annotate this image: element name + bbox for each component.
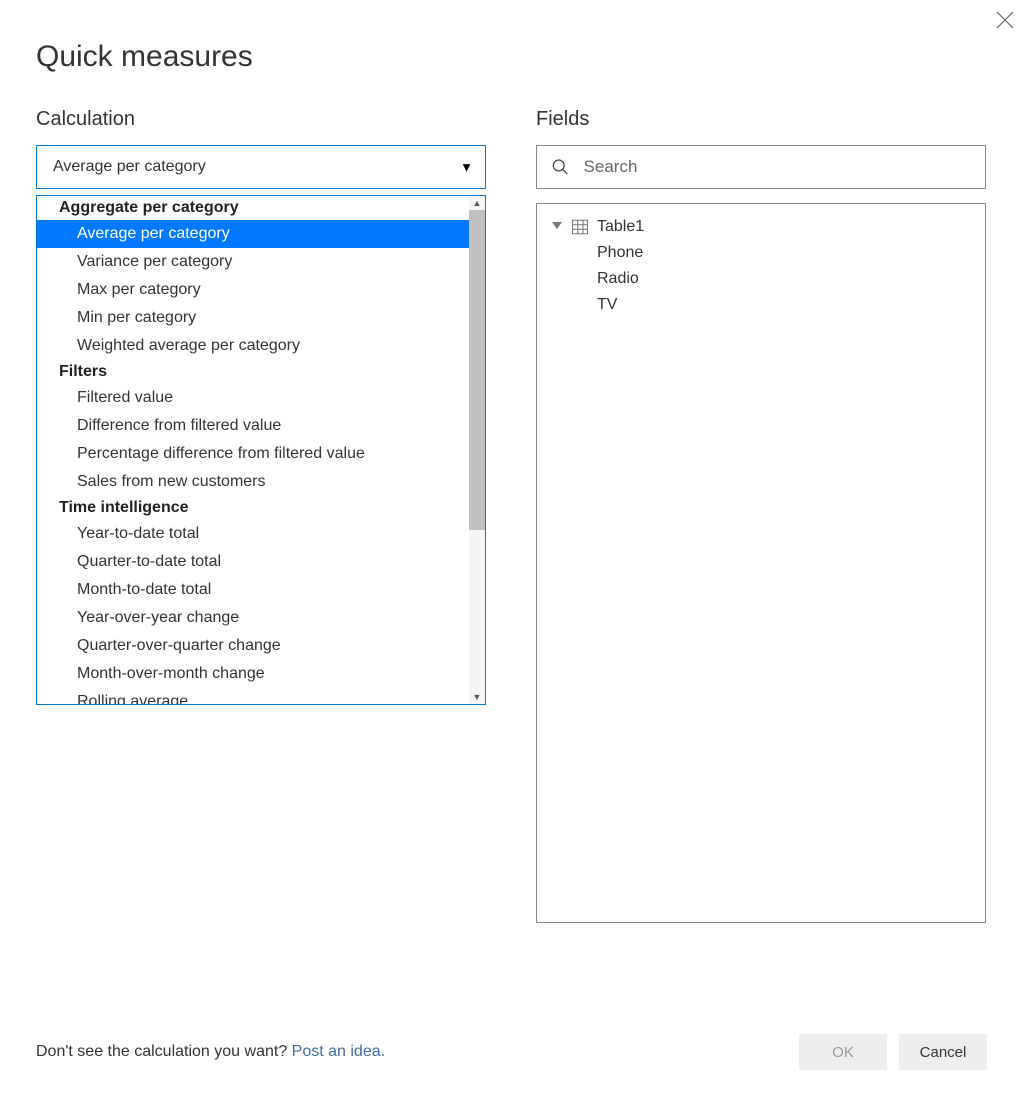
calculation-dropdown[interactable]: Average per category ▼ xyxy=(36,145,486,189)
footer-hint: Don't see the calculation you want? Post… xyxy=(36,1043,385,1061)
calculation-label: Calculation xyxy=(36,108,486,131)
dropdown-option[interactable]: Variance per category xyxy=(37,248,485,276)
close-icon xyxy=(993,8,1017,32)
search-icon xyxy=(551,157,570,177)
dropdown-option[interactable]: Month-to-date total xyxy=(37,576,485,604)
fields-column-label: TV xyxy=(597,296,617,314)
option-group-header: Aggregate per category xyxy=(37,196,485,220)
scrollbar-thumb[interactable] xyxy=(469,210,485,530)
dropdown-option[interactable]: Min per category xyxy=(37,304,485,332)
fields-search-input[interactable] xyxy=(582,156,971,178)
dropdown-option[interactable]: Filtered value xyxy=(37,384,485,412)
dropdown-option[interactable]: Month-over-month change xyxy=(37,660,485,688)
scrollbar-track[interactable]: ▲ ▼ xyxy=(469,196,485,704)
fields-column-item[interactable]: Radio xyxy=(551,266,971,292)
chevron-down-icon: ▼ xyxy=(460,160,473,175)
fields-table-node[interactable]: Table1 xyxy=(551,214,971,240)
fields-section: Fields Table1 Phone Radio xyxy=(536,108,986,923)
dropdown-option[interactable]: Max per category xyxy=(37,276,485,304)
table-icon xyxy=(571,218,589,236)
option-group-header: Filters xyxy=(37,360,485,384)
fields-label: Fields xyxy=(536,108,986,131)
expand-collapse-icon[interactable] xyxy=(551,221,563,233)
dialog-title: Quick measures xyxy=(36,40,253,74)
fields-tree: Table1 Phone Radio TV xyxy=(536,203,986,923)
dropdown-option[interactable]: Weighted average per category xyxy=(37,332,485,360)
fields-table-label: Table1 xyxy=(597,218,644,236)
scroll-up-arrow-icon[interactable]: ▲ xyxy=(469,196,485,210)
calculation-dropdown-value: Average per category xyxy=(53,158,206,176)
footer-hint-text: Don't see the calculation you want? xyxy=(36,1043,292,1060)
close-button[interactable] xyxy=(993,8,1017,32)
dropdown-option[interactable]: Average per category xyxy=(37,220,485,248)
dropdown-option[interactable]: Sales from new customers xyxy=(37,468,485,496)
fields-column-item[interactable]: TV xyxy=(551,292,971,318)
fields-search-box[interactable] xyxy=(536,145,986,189)
dropdown-option[interactable]: Quarter-to-date total xyxy=(37,548,485,576)
calculation-dropdown-list[interactable]: Aggregate per category Average per categ… xyxy=(36,195,486,705)
cancel-button[interactable]: Cancel xyxy=(899,1034,987,1070)
dropdown-option[interactable]: Year-over-year change xyxy=(37,604,485,632)
post-idea-link[interactable]: Post an idea. xyxy=(292,1043,385,1060)
dropdown-option[interactable]: Percentage difference from filtered valu… xyxy=(37,440,485,468)
calculation-section: Calculation Average per category ▼ xyxy=(36,108,486,189)
ok-button[interactable]: OK xyxy=(799,1034,887,1070)
dropdown-option[interactable]: Difference from filtered value xyxy=(37,412,485,440)
fields-column-label: Radio xyxy=(597,270,639,288)
dropdown-option[interactable]: Year-to-date total xyxy=(37,520,485,548)
dropdown-option[interactable]: Quarter-over-quarter change xyxy=(37,632,485,660)
fields-column-label: Phone xyxy=(597,244,643,262)
dialog-footer: Don't see the calculation you want? Post… xyxy=(36,1034,987,1070)
fields-column-item[interactable]: Phone xyxy=(551,240,971,266)
option-group-header: Time intelligence xyxy=(37,496,485,520)
footer-buttons: OK Cancel xyxy=(799,1034,987,1070)
dropdown-scroll-area: Aggregate per category Average per categ… xyxy=(37,196,485,704)
scroll-down-arrow-icon[interactable]: ▼ xyxy=(469,690,485,704)
dropdown-option[interactable]: Rolling average xyxy=(37,688,485,704)
